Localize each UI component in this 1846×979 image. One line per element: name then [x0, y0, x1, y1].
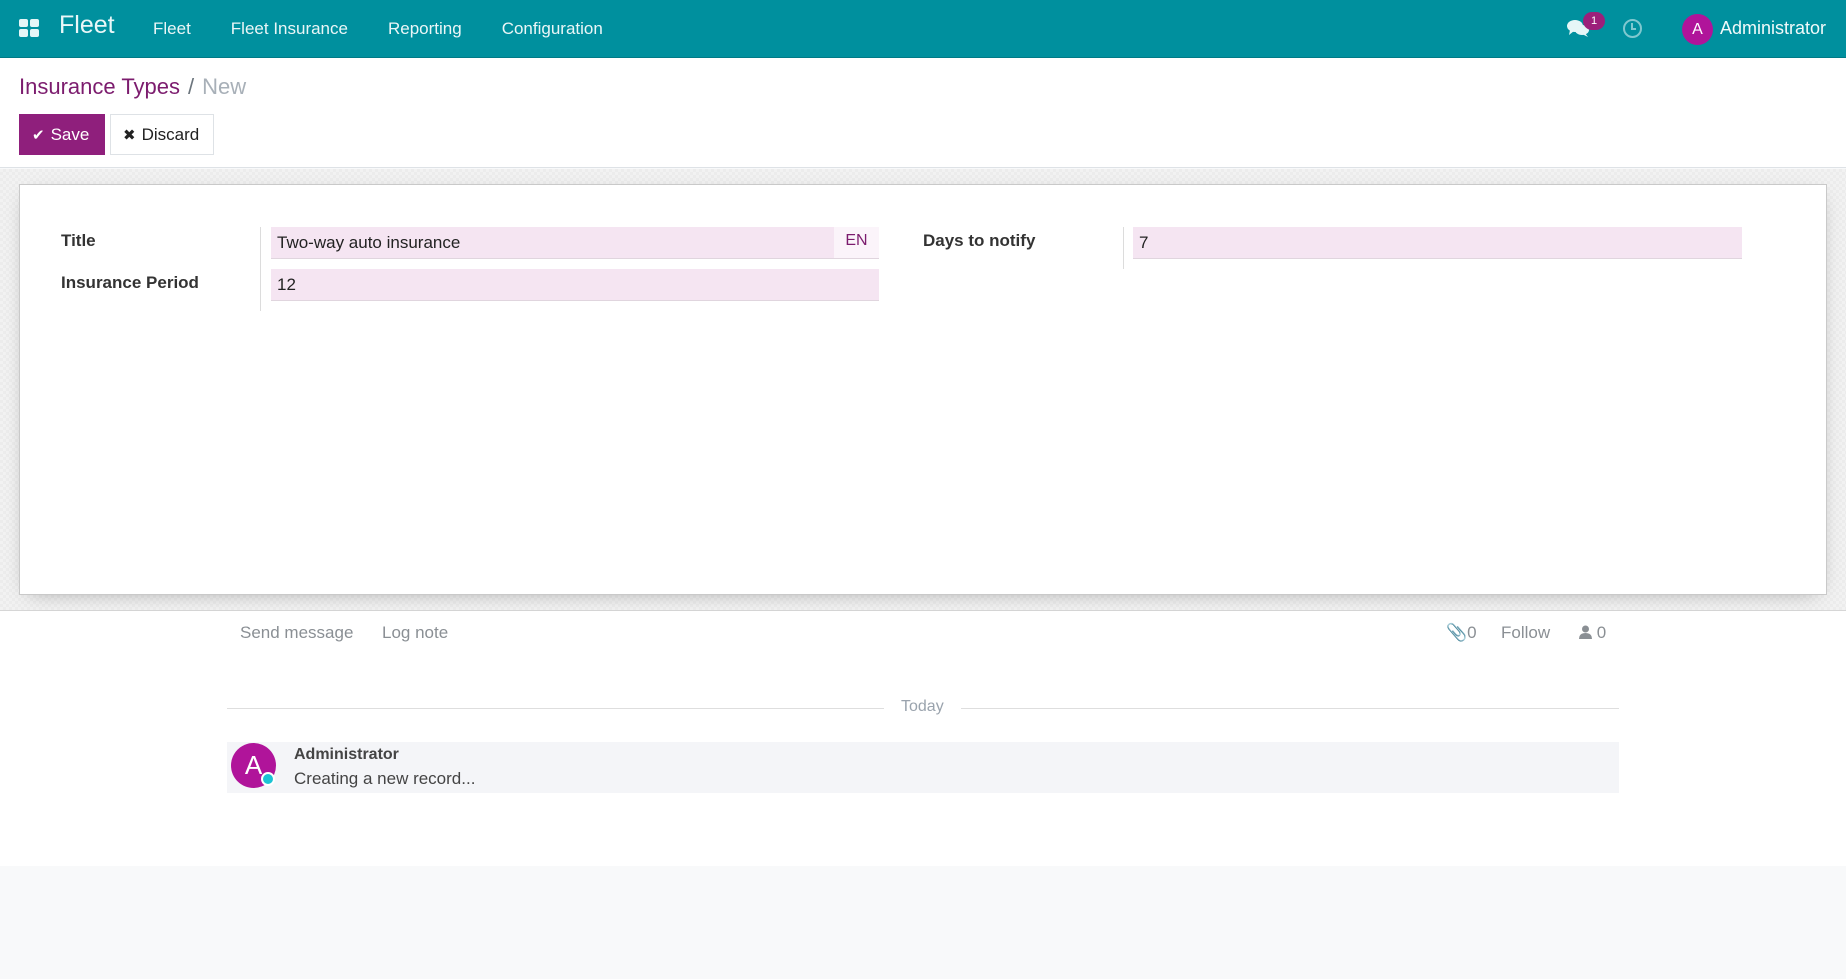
paperclip-icon: 📎 — [1446, 623, 1468, 642]
top-navbar: Fleet Fleet Fleet Insurance Reporting Co… — [0, 0, 1846, 58]
days-to-notify-input[interactable]: 7 — [1133, 227, 1742, 259]
discard-button[interactable]: ✖ Discard — [110, 114, 214, 155]
followers-button[interactable]: 0 — [1579, 623, 1606, 643]
check-icon: ✔ — [32, 126, 45, 144]
follow-button[interactable]: Follow — [1501, 623, 1550, 643]
menu-reporting[interactable]: Reporting — [388, 19, 462, 39]
apps-menu-icon[interactable] — [19, 19, 39, 37]
app-brand[interactable]: Fleet — [59, 11, 115, 40]
title-input[interactable]: Two-way auto insurance EN — [271, 227, 879, 259]
menu-fleet[interactable]: Fleet — [153, 19, 191, 39]
breadcrumb: Insurance Types / New — [19, 74, 246, 100]
title-value: Two-way auto insurance — [277, 233, 461, 252]
main-menu: Fleet Fleet Insurance Reporting Configur… — [153, 0, 643, 58]
breadcrumb-current: New — [202, 74, 247, 99]
save-button[interactable]: ✔ Save — [19, 114, 105, 155]
activity-clock-icon[interactable] — [1623, 19, 1642, 38]
title-label: Title — [61, 231, 96, 250]
insurance-period-input[interactable]: 12 — [271, 269, 879, 301]
attachments-button[interactable]: 📎0 — [1446, 623, 1477, 643]
message-item: A Administrator Creating a new record... — [227, 742, 1619, 793]
send-message-button[interactable]: Send message — [240, 623, 353, 643]
close-icon: ✖ — [123, 126, 136, 144]
breadcrumb-separator: / — [188, 74, 195, 99]
log-note-button[interactable]: Log note — [382, 623, 448, 643]
save-label: Save — [50, 124, 90, 144]
insurance-period-label: Insurance Period — [61, 273, 199, 292]
menu-configuration[interactable]: Configuration — [502, 19, 603, 39]
form-sheet: Title Insurance Period Two-way auto insu… — [19, 184, 1827, 595]
discard-label: Discard — [141, 124, 200, 144]
message-author[interactable]: Administrator — [294, 746, 399, 764]
days-to-notify-label: Days to notify — [923, 231, 1036, 250]
user-icon — [1579, 625, 1592, 639]
user-avatar[interactable]: A — [1682, 14, 1713, 45]
attachments-count: 0 — [1467, 623, 1477, 642]
date-separator-line-left — [227, 708, 884, 709]
translate-language-button[interactable]: EN — [834, 227, 879, 258]
right-group-separator — [1123, 227, 1124, 269]
chatter-topbar: Send message Log note 📎0 Follow 0 — [227, 611, 1619, 655]
left-group-separator — [260, 227, 261, 311]
user-menu[interactable]: Administrator — [1720, 18, 1826, 39]
followers-count: 0 — [1596, 623, 1607, 642]
breadcrumb-insurance-types[interactable]: Insurance Types — [19, 74, 180, 99]
chatter: Send message Log note 📎0 Follow 0 Today … — [0, 611, 1846, 866]
online-status-icon — [261, 772, 275, 786]
date-separator-label: Today — [901, 698, 944, 715]
messages-count-badge: 1 — [1583, 12, 1605, 30]
menu-fleet-insurance[interactable]: Fleet Insurance — [231, 19, 348, 39]
control-panel: Insurance Types / New ✔ Save ✖ Discard — [0, 58, 1846, 168]
message-body: Creating a new record... — [294, 769, 476, 788]
date-separator-line-right — [961, 708, 1619, 709]
